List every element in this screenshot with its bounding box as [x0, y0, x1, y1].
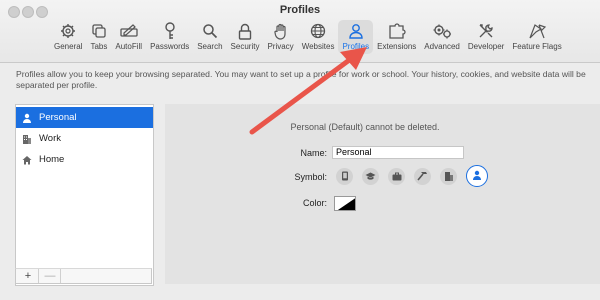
annotation-arrow: [249, 47, 367, 135]
